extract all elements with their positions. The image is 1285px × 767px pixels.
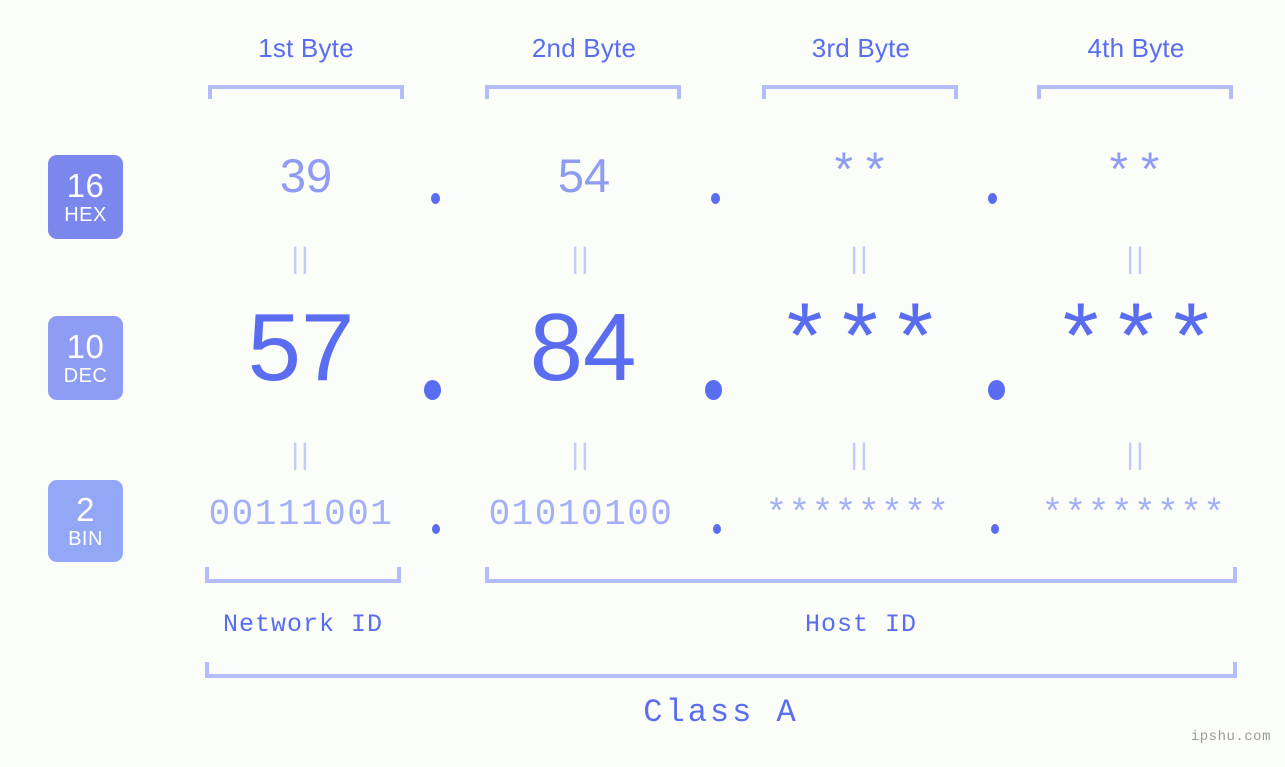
class-label: Class A bbox=[643, 694, 799, 731]
bin-octet-4: ******** bbox=[1041, 494, 1227, 535]
hex-dot-separator-1 bbox=[431, 193, 440, 204]
equivalence-mark-dec-bin-4: || bbox=[1126, 438, 1146, 471]
equivalence-mark-hex-dec-3: || bbox=[850, 242, 870, 275]
hex-octet-3: ** bbox=[829, 149, 893, 202]
hex-dot-separator-2 bbox=[711, 193, 720, 204]
bin-dot-separator-3 bbox=[991, 524, 999, 534]
bin-dot-separator-1 bbox=[432, 524, 440, 534]
byte-header-2: 2nd Byte bbox=[531, 33, 637, 63]
byte-bracket-top-4 bbox=[1037, 85, 1233, 99]
class-bracket bbox=[205, 662, 1237, 678]
hex-octet-4: ** bbox=[1104, 149, 1168, 202]
base-badge-hex-abbr: HEX bbox=[64, 204, 107, 226]
bin-octet-2: 01010100 bbox=[488, 494, 674, 535]
bin-octet-1: 00111001 bbox=[208, 494, 394, 535]
host-id-bracket bbox=[485, 567, 1237, 583]
hex-octet-1: 39 bbox=[279, 149, 333, 202]
byte-header-4: 4th Byte bbox=[1087, 33, 1185, 63]
network-id-bracket bbox=[205, 567, 401, 583]
dec-octet-4: *** bbox=[1053, 293, 1219, 398]
base-badge-bin-abbr: BIN bbox=[68, 528, 103, 550]
dec-octet-3: *** bbox=[777, 293, 943, 398]
base-badge-bin: 2 BIN bbox=[48, 480, 123, 562]
base-badge-dec-abbr: DEC bbox=[63, 365, 108, 387]
dec-octet-2: 84 bbox=[529, 294, 637, 401]
equivalence-mark-hex-dec-2: || bbox=[571, 242, 591, 275]
hex-dot-separator-3 bbox=[988, 193, 997, 204]
equivalence-mark-hex-dec-1: || bbox=[291, 242, 311, 275]
dec-dot-separator-3 bbox=[988, 380, 1005, 400]
bin-dot-separator-2 bbox=[713, 524, 721, 534]
equivalence-mark-dec-bin-3: || bbox=[850, 438, 870, 471]
dec-dot-separator-1 bbox=[424, 380, 441, 400]
host-id-label: Host ID bbox=[804, 610, 918, 639]
equivalence-mark-hex-dec-4: || bbox=[1126, 242, 1146, 275]
base-badge-dec-radix: 10 bbox=[66, 328, 105, 365]
byte-header-3: 3rd Byte bbox=[811, 33, 911, 63]
byte-header-1: 1st Byte bbox=[258, 33, 354, 63]
equivalence-mark-dec-bin-1: || bbox=[291, 438, 311, 471]
network-id-label: Network ID bbox=[222, 610, 384, 639]
dec-dot-separator-2 bbox=[705, 380, 722, 400]
hex-octet-2: 54 bbox=[557, 149, 611, 202]
byte-bracket-top-3 bbox=[762, 85, 958, 99]
site-watermark: ipshu.com bbox=[1190, 729, 1271, 745]
dec-octet-1: 57 bbox=[247, 294, 355, 401]
bin-octet-3: ******** bbox=[765, 494, 951, 535]
base-badge-hex-radix: 16 bbox=[66, 167, 105, 204]
equivalence-mark-dec-bin-2: || bbox=[571, 438, 591, 471]
byte-bracket-top-1 bbox=[208, 85, 404, 99]
base-badge-hex: 16 HEX bbox=[48, 155, 123, 239]
byte-bracket-top-2 bbox=[485, 85, 681, 99]
base-badge-dec: 10 DEC bbox=[48, 316, 123, 400]
ip-address-breakdown-diagram: 1st Byte 2nd Byte 3rd Byte 4th Byte 16 H… bbox=[0, 0, 1285, 767]
base-badge-bin-radix: 2 bbox=[76, 491, 95, 528]
